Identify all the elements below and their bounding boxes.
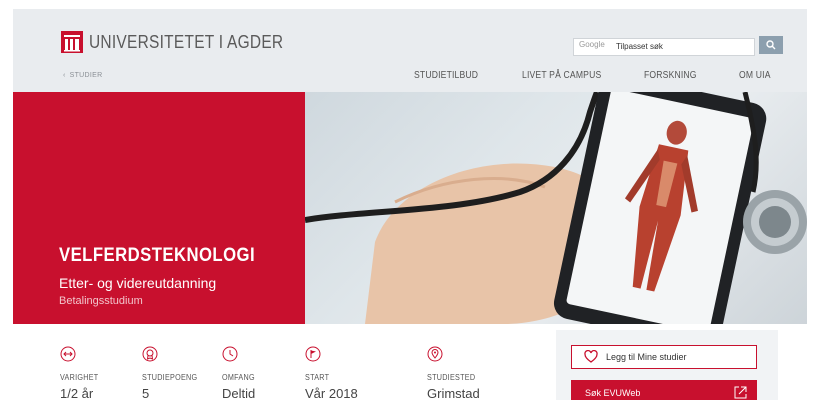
hero-title-panel: VELFERDSTEKNOLOGI Etter- og videreutdann…: [13, 92, 305, 324]
program-title: VELFERDSTEKNOLOGI: [59, 245, 256, 266]
external-link-icon: [734, 386, 747, 400]
study-actions-panel: Legg til Mine studier Søk EVUWeb: [556, 330, 778, 400]
award-icon: [142, 346, 158, 366]
hero-banner: VELFERDSTEKNOLOGI Etter- og videreutdann…: [13, 92, 807, 324]
search-button[interactable]: [759, 36, 783, 54]
program-tag: Betalingsstudium: [59, 295, 143, 307]
add-to-my-studies-button[interactable]: Legg til Mine studier: [571, 345, 757, 369]
fact-studiested: STUDIESTED Grimstad: [427, 346, 481, 400]
fact-label: OMFANG: [222, 373, 255, 382]
nav-item-studietilbud[interactable]: STUDIETILBUD: [414, 70, 478, 81]
fact-value: Deltid: [222, 386, 256, 400]
search-form: Google: [573, 36, 783, 56]
uia-logo-icon: [61, 31, 83, 53]
apply-evuweb-button[interactable]: Søk EVUWeb: [571, 380, 757, 400]
fact-label: START: [305, 373, 330, 382]
page: UNIVERSITETET I AGDER Google ‹ STUDIER S…: [0, 0, 820, 400]
nav-item-forskning[interactable]: FORSKNING: [644, 70, 697, 81]
fact-start: START Vår 2018: [305, 346, 358, 400]
fact-value: 5: [142, 386, 150, 400]
flag-icon: [305, 346, 321, 366]
program-subtitle: Etter- og videreutdanning: [59, 275, 217, 291]
site-header: UNIVERSITETET I AGDER Google ‹ STUDIER S…: [13, 9, 807, 92]
fact-studiepoeng: STUDIEPOENG 5: [142, 346, 204, 400]
heart-icon: [584, 349, 598, 365]
uia-logo-link[interactable]: UNIVERSITETET I AGDER: [61, 31, 315, 53]
clock-icon: [222, 346, 238, 366]
fact-label: STUDIEPOENG: [142, 373, 198, 382]
nav-item-livet-pa-campus[interactable]: LIVET PÅ CAMPUS: [522, 70, 601, 81]
nav-item-om-uia[interactable]: OM UIA: [739, 70, 771, 81]
fact-value: Grimstad: [427, 386, 480, 400]
apply-label: Søk EVUWeb: [585, 388, 641, 398]
hero-image: [305, 92, 807, 324]
main-nav: STUDIETILBUD LIVET PÅ CAMPUS FORSKNING O…: [13, 70, 807, 84]
fact-value: 1/2 år: [60, 386, 94, 400]
search-input[interactable]: [573, 37, 755, 56]
fact-value: Vår 2018: [305, 386, 358, 400]
logo-text: UNIVERSITETET I AGDER: [89, 31, 284, 52]
search-icon: [766, 38, 776, 53]
location-pin-icon: [427, 346, 443, 366]
fact-omfang: OMFANG Deltid: [222, 346, 258, 400]
fact-varighet: VARIGHET 1/2 år: [60, 346, 103, 400]
fact-label: VARIGHET: [60, 373, 99, 382]
arrows-horizontal-icon: [60, 346, 76, 366]
fact-label: STUDIESTED: [427, 373, 476, 382]
add-to-my-studies-label: Legg til Mine studier: [606, 352, 687, 362]
